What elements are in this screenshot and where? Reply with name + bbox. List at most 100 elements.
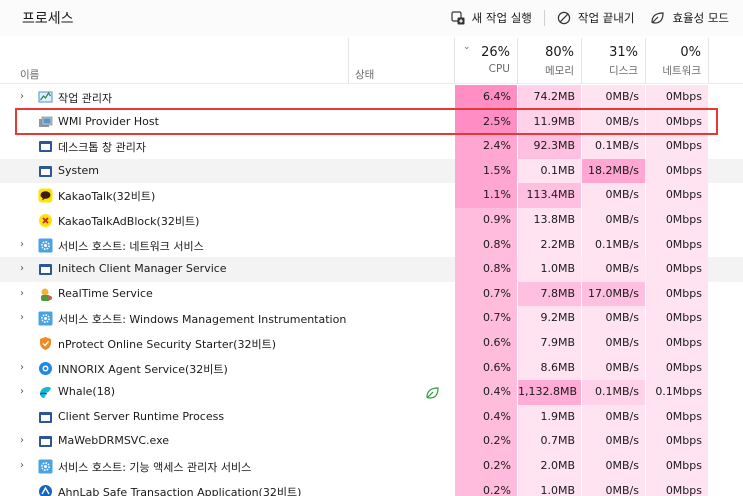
process-name: 서비스 호스트: 기능 액세스 관리자 서비스 bbox=[58, 460, 252, 474]
memory-total: 80% bbox=[545, 45, 574, 60]
disk-cell: 0MB/s bbox=[582, 478, 645, 496]
process-list: › 작업 관리자 6.4% 74.2MB 0MB/s 0Mbps WMI Provider … bbox=[0, 85, 743, 496]
disk-cell: 0MB/s bbox=[582, 85, 645, 110]
memory-cell: 8.6MB bbox=[518, 355, 581, 381]
row-filler bbox=[709, 380, 743, 405]
cpu-cell: 2.4% bbox=[455, 134, 517, 159]
process-row[interactable]: › 작업 관리자 6.4% 74.2MB 0MB/s 0Mbps bbox=[0, 85, 743, 110]
network-cell: 0Mbps bbox=[646, 281, 708, 307]
title-bar: 프로세스 새 작업 실행 작업 끝내기 효율성 모드 bbox=[0, 0, 743, 36]
memory-cell: 9.2MB bbox=[518, 306, 581, 331]
disk-cell: 0MB/s bbox=[582, 257, 645, 282]
process-name: INNORIX Agent Service(32비트) bbox=[58, 362, 228, 376]
process-row[interactable]: nProtect Online Security Starter(32비트) 0.… bbox=[0, 330, 743, 356]
column-divider bbox=[348, 38, 349, 84]
process-row[interactable]: KakaoTalkAdBlock(32비트) 0.9% 13.8MB 0MB/s 0Mb… bbox=[0, 207, 743, 233]
process-row[interactable]: › INNORIX Agent Service(32비트) 0.6% 8.6MB 0MB… bbox=[0, 355, 743, 381]
expand-chevron-icon[interactable]: › bbox=[20, 239, 30, 251]
memory-cell: 1.0MB bbox=[518, 478, 581, 496]
efficiency-mode-button[interactable]: 효율성 모드 bbox=[642, 4, 737, 32]
process-name: WMI Provider Host bbox=[58, 114, 159, 128]
expand-chevron-icon[interactable]: › bbox=[20, 263, 30, 275]
process-row[interactable]: System 1.5% 0.1MB 18.2MB/s 0Mbps bbox=[0, 158, 743, 184]
process-row[interactable]: Client Server Runtime Process 0.4% 1.9MB 0M… bbox=[0, 404, 743, 430]
network-cell: 0Mbps bbox=[646, 158, 708, 184]
memory-cell: 0.1MB bbox=[518, 158, 581, 184]
expand-chevron-icon[interactable]: › bbox=[20, 435, 30, 447]
network-cell: 0Mbps bbox=[646, 207, 708, 233]
cpu-cell: 1.1% bbox=[455, 183, 517, 208]
disk-cell: 0.1MB/s bbox=[582, 232, 645, 258]
cpu-cell: 0.8% bbox=[455, 257, 517, 282]
network-cell: 0Mbps bbox=[646, 330, 708, 356]
memory-cell: 1,132.8MB bbox=[518, 380, 581, 405]
ahnlab-icon bbox=[38, 484, 53, 496]
column-header-memory[interactable]: 80% 메모리 bbox=[518, 38, 581, 84]
gear-icon bbox=[38, 459, 53, 474]
column-header-cpu[interactable]: ⌄ 26% CPU bbox=[455, 38, 517, 84]
network-cell: 0Mbps bbox=[646, 85, 708, 110]
window-icon bbox=[38, 434, 53, 449]
process-name: RealTime Service bbox=[58, 286, 153, 300]
network-cell: 0Mbps bbox=[646, 306, 708, 331]
column-header-status[interactable]: 상태 bbox=[355, 67, 374, 82]
process-row[interactable]: › MaWebDRMSVC.exe 0.2% 0.7MB 0MB/s 0Mbps bbox=[0, 429, 743, 454]
new-task-label: 새 작업 실행 bbox=[471, 11, 532, 25]
expand-chevron-icon[interactable]: › bbox=[20, 460, 30, 472]
network-label: 네트워크 bbox=[662, 65, 701, 77]
disk-cell: 0MB/s bbox=[582, 429, 645, 454]
cpu-cell: 0.6% bbox=[455, 330, 517, 356]
expand-chevron-icon[interactable]: › bbox=[20, 362, 30, 374]
network-cell: 0Mbps bbox=[646, 134, 708, 159]
network-cell: 0Mbps bbox=[646, 257, 708, 282]
process-row[interactable]: WMI Provider Host 2.5% 11.9MB 0MB/s 0Mbps bbox=[0, 109, 743, 135]
end-task-button[interactable]: 작업 끝내기 bbox=[549, 4, 643, 32]
process-row[interactable]: › 서비스 호스트: Windows Management Instrumenta… bbox=[0, 306, 743, 331]
column-header-disk[interactable]: 31% 디스크 bbox=[582, 38, 645, 84]
column-divider bbox=[708, 38, 709, 84]
cpu-cell: 0.2% bbox=[455, 429, 517, 454]
disk-cell: 0MB/s bbox=[582, 207, 645, 233]
disk-cell: 0MB/s bbox=[582, 404, 645, 430]
expand-chevron-icon[interactable]: › bbox=[20, 312, 30, 324]
process-row[interactable]: › 서비스 호스트: 네트워크 서비스 0.8% 2.2MB 0.1MB/s 0Mbps bbox=[0, 232, 743, 258]
network-cell: 0Mbps bbox=[646, 429, 708, 454]
new-task-button[interactable]: 새 작업 실행 bbox=[443, 4, 540, 32]
expand-chevron-icon[interactable]: › bbox=[20, 386, 30, 398]
efficiency-mode-label: 효율성 모드 bbox=[672, 11, 729, 25]
disk-cell: 0MB/s bbox=[582, 453, 645, 479]
process-row[interactable]: 데스크톱 창 관리자 2.4% 92.3MB 0.1MB/s 0Mbps bbox=[0, 134, 743, 159]
column-header-network[interactable]: 0% 네트워크 bbox=[646, 38, 708, 84]
process-row[interactable]: › Initech Client Manager Service 0.8% 1.0MB… bbox=[0, 257, 743, 282]
process-row[interactable]: AhnLab Safe Transaction Application(32비트… bbox=[0, 478, 743, 496]
row-filler bbox=[709, 355, 743, 381]
cpu-cell: 1.5% bbox=[455, 158, 517, 184]
row-filler bbox=[709, 85, 743, 110]
new-task-icon bbox=[451, 11, 465, 25]
process-row[interactable]: KakaoTalk(32비트) 1.1% 113.4MB 0MB/s 0Mbps bbox=[0, 183, 743, 208]
network-cell: 0Mbps bbox=[646, 478, 708, 496]
process-name: KakaoTalkAdBlock(32비트) bbox=[58, 214, 200, 228]
process-row[interactable]: › 서비스 호스트: 기능 액세스 관리자 서비스 0.2% 2.0MB 0MB/s 0M… bbox=[0, 453, 743, 479]
memory-cell: 7.8MB bbox=[518, 281, 581, 307]
process-name: 데스크톱 창 관리자 bbox=[58, 141, 146, 155]
task-manager-icon bbox=[38, 90, 53, 105]
memory-label: 메모리 bbox=[545, 65, 574, 77]
cpu-cell: 0.2% bbox=[455, 453, 517, 479]
network-cell: 0Mbps bbox=[646, 232, 708, 258]
expand-chevron-icon[interactable]: › bbox=[20, 288, 30, 300]
row-filler bbox=[709, 453, 743, 479]
column-header-name[interactable]: 이름 bbox=[20, 67, 39, 82]
column-header-row: 이름 상태 ⌄ 26% CPU 80% 메모리 31% 디스크 0% 네트워크 bbox=[0, 38, 743, 84]
expand-chevron-icon[interactable]: › bbox=[20, 91, 30, 103]
process-name: AhnLab Safe Transaction Application(32비트… bbox=[58, 485, 302, 496]
row-filler bbox=[709, 257, 743, 282]
process-row[interactable]: › RealTime Service 0.7% 7.8MB 17.0MB/s 0Mbps bbox=[0, 281, 743, 307]
process-name: 서비스 호스트: Windows Management Instrumentat… bbox=[58, 313, 347, 327]
end-task-label: 작업 끝내기 bbox=[577, 11, 635, 25]
toolbar: 새 작업 실행 작업 끝내기 효율성 모드 bbox=[443, 0, 737, 36]
row-filler bbox=[709, 429, 743, 454]
disk-label: 디스크 bbox=[609, 65, 638, 77]
process-row[interactable]: › Whale(18) 0.4% 1,132.8MB 0.1MB/s 0.1Mbps bbox=[0, 380, 743, 405]
process-name: Initech Client Manager Service bbox=[58, 262, 227, 276]
